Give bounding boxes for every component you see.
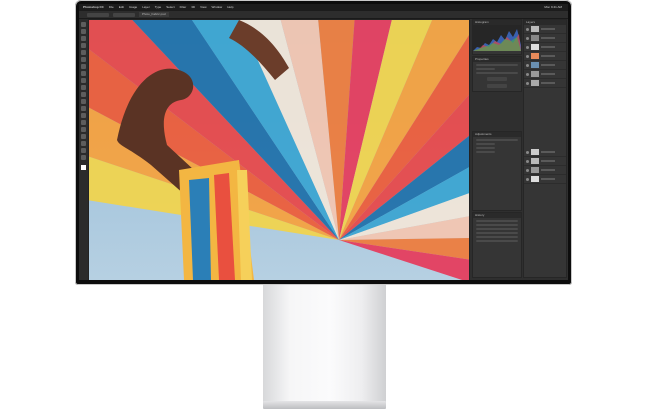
visibility-eye-icon[interactable] [526, 159, 529, 163]
adjustments-panel: Adjustments [472, 131, 522, 211]
menu-bar: Photoshop CC File Edit Image Layer Type … [79, 4, 568, 11]
move-tool-icon[interactable] [81, 22, 86, 27]
type-tool-icon[interactable] [81, 127, 86, 132]
properties-action-button[interactable] [487, 77, 507, 81]
options-bar: Photo_Fabric.psd [79, 11, 568, 19]
histogram-panel: Histogram [472, 19, 522, 55]
gradient-tool-icon[interactable] [81, 99, 86, 104]
properties-panel-title[interactable]: Properties [473, 57, 521, 62]
layer-row[interactable] [524, 166, 566, 175]
menu-layer[interactable]: Layer [142, 4, 150, 11]
layer-row[interactable] [524, 43, 566, 52]
visibility-eye-icon[interactable] [526, 72, 529, 76]
menu-filter[interactable]: Filter [180, 4, 187, 11]
menu-edit[interactable]: Edit [119, 4, 124, 11]
eraser-tool-icon[interactable] [81, 92, 86, 97]
menu-select[interactable]: Select [166, 4, 174, 11]
monitor-stand [263, 285, 386, 406]
layer-row[interactable] [524, 157, 566, 166]
option-control[interactable] [113, 12, 135, 17]
properties-action-button-2[interactable] [487, 84, 507, 88]
crop-tool-icon[interactable] [81, 50, 86, 55]
visibility-eye-icon[interactable] [526, 150, 529, 154]
stamp-tool-icon[interactable] [81, 78, 86, 83]
layer-row[interactable] [524, 70, 566, 79]
visibility-eye-icon[interactable] [526, 54, 529, 58]
fabric-photo [89, 20, 469, 280]
menu-view[interactable]: View [200, 4, 206, 11]
menu-image[interactable]: Image [129, 4, 137, 11]
monitor-bezel: Photoshop CC File Edit Image Layer Type … [75, 0, 572, 285]
history-panel-title[interactable]: History [473, 213, 521, 218]
menu-help[interactable]: Help [227, 4, 233, 11]
visibility-eye-icon[interactable] [526, 45, 529, 49]
quick-select-tool-icon[interactable] [81, 43, 86, 48]
healing-tool-icon[interactable] [81, 64, 86, 69]
tools-panel [79, 19, 88, 280]
marquee-tool-icon[interactable] [81, 29, 86, 34]
visibility-eye-icon[interactable] [526, 27, 529, 31]
brush-tool-icon[interactable] [81, 71, 86, 76]
visibility-eye-icon[interactable] [526, 63, 529, 67]
image-canvas[interactable] [89, 20, 469, 280]
visibility-eye-icon[interactable] [526, 81, 529, 85]
properties-panel: Properties [472, 56, 522, 92]
stand-foot [263, 401, 386, 409]
tool-preset-picker[interactable] [87, 12, 109, 17]
visibility-eye-icon[interactable] [526, 168, 529, 172]
menubar-clock: Mon 9:41 AM [544, 5, 562, 9]
display-screen: Photoshop CC File Edit Image Layer Type … [79, 4, 568, 280]
foreground-color-swatch[interactable] [81, 165, 86, 170]
adjustments-panel-title[interactable]: Adjustments [473, 132, 521, 137]
menu-window[interactable]: Window [212, 4, 223, 11]
histogram-graph [473, 25, 521, 51]
layer-row[interactable] [524, 25, 566, 34]
lasso-tool-icon[interactable] [81, 36, 86, 41]
path-select-tool-icon[interactable] [81, 134, 86, 139]
visibility-eye-icon[interactable] [526, 36, 529, 40]
layer-row[interactable] [524, 79, 566, 88]
layers-panel: Layers [523, 19, 567, 278]
menu-type[interactable]: Type [155, 4, 162, 11]
eyedropper-tool-icon[interactable] [81, 57, 86, 62]
menu-file[interactable]: File [109, 4, 114, 11]
layer-row[interactable] [524, 175, 566, 184]
visibility-eye-icon[interactable] [526, 177, 529, 181]
pen-tool-icon[interactable] [81, 120, 86, 125]
hand-tool-icon[interactable] [81, 148, 86, 153]
menu-3d[interactable]: 3D [191, 4, 195, 11]
panels-dock: Histogram Properties Adjustments History… [470, 19, 568, 280]
layer-row[interactable] [524, 148, 566, 157]
shape-tool-icon[interactable] [81, 141, 86, 146]
layer-row[interactable] [524, 61, 566, 70]
app-menu[interactable]: Photoshop CC [83, 4, 104, 11]
history-brush-tool-icon[interactable] [81, 85, 86, 90]
history-panel: History [472, 212, 522, 278]
layer-row[interactable] [524, 34, 566, 43]
document-tab[interactable]: Photo_Fabric.psd [139, 12, 169, 17]
dodge-tool-icon[interactable] [81, 113, 86, 118]
blur-tool-icon[interactable] [81, 106, 86, 111]
zoom-tool-icon[interactable] [81, 155, 86, 160]
layer-row[interactable] [524, 52, 566, 61]
